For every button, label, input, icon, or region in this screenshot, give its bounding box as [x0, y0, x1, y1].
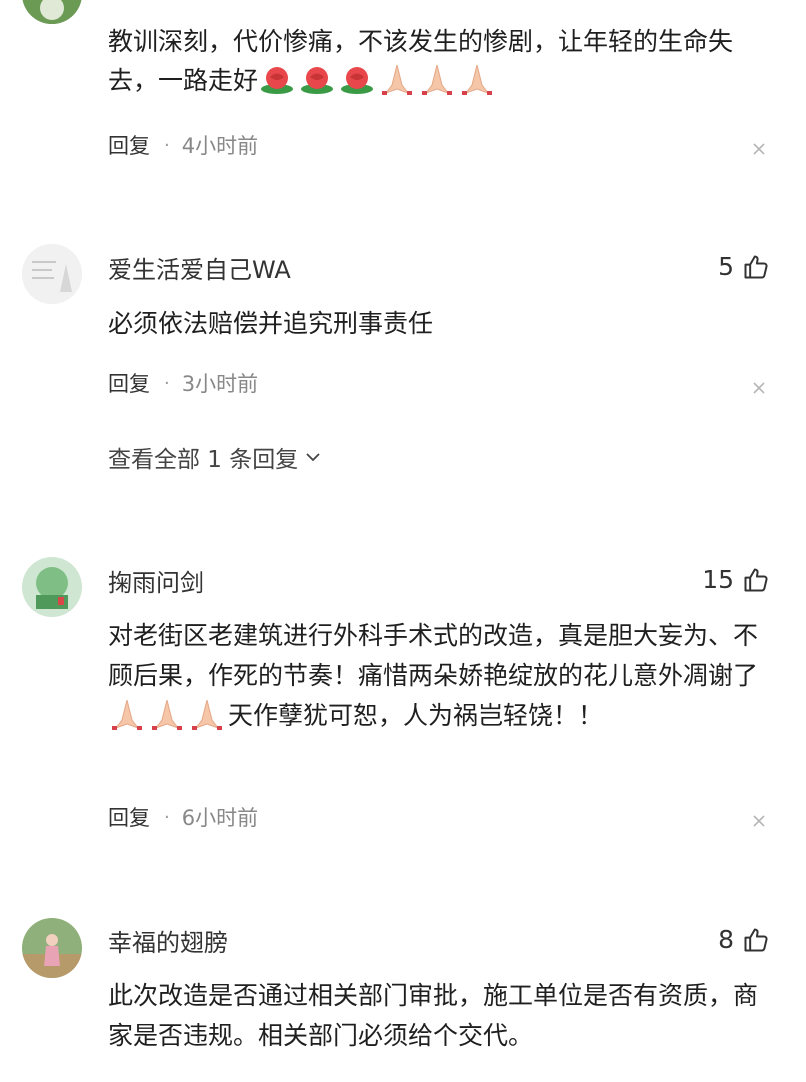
rose-emoji-icon — [301, 67, 334, 94]
view-all-replies-button[interactable]: 查看全部 1 条回复 — [108, 440, 322, 474]
close-icon[interactable] — [752, 381, 766, 395]
timestamp: 6小时前 — [181, 806, 259, 830]
like-count: 5 — [718, 252, 734, 281]
pray-emoji-icon — [192, 699, 222, 730]
timestamp: 3小时前 — [181, 372, 259, 396]
emoji-row — [258, 64, 498, 95]
pray-emoji-icon — [422, 64, 453, 95]
comment-text: 必须依法赔偿并追究刑事责任 — [108, 309, 434, 338]
rose-emoji-icon — [261, 67, 294, 94]
rose-emoji-icon — [341, 67, 374, 94]
pray-emoji-icon — [382, 64, 413, 95]
like-count: 8 — [718, 925, 734, 954]
view-all-replies-label: 查看全部 1 条回复 — [108, 447, 299, 473]
avatar[interactable] — [22, 244, 82, 304]
like-button[interactable]: 5 — [718, 252, 770, 281]
comment-meta: 回复 · 3小时前 — [108, 368, 258, 398]
emoji-row — [108, 699, 228, 730]
avatar[interactable] — [22, 557, 82, 617]
close-icon[interactable] — [752, 814, 766, 828]
thumbs-up-icon — [744, 255, 768, 278]
comment-text: 此次改造是否通过相关部门审批，施工单位是否有资质，商家是否违规。相关部门必须给个… — [108, 981, 759, 1050]
thumbs-up-icon — [744, 568, 768, 591]
like-count: 15 — [702, 565, 734, 594]
pray-emoji-icon — [462, 64, 493, 95]
reply-button[interactable]: 回复 — [108, 368, 150, 398]
reply-button[interactable]: 回复 — [108, 802, 150, 832]
pray-emoji-icon — [112, 699, 142, 730]
avatar[interactable] — [22, 0, 82, 24]
comment-text: 对老街区老建筑进行外科手术式的改造，真是胆大妄为、不顾后果，作死的节奏！痛惜两朵… — [108, 621, 759, 730]
comment-text: 教训深刻，代价惨痛，不该发生的惨剧，让年轻的生命失去，一路走好 — [108, 27, 734, 95]
username[interactable]: 爱生活爱自己WA — [108, 250, 291, 285]
pray-emoji-icon — [152, 699, 182, 730]
username[interactable]: 掬雨问剑 — [108, 563, 204, 598]
reply-button[interactable]: 回复 — [108, 130, 150, 160]
separator-dot: · — [164, 134, 170, 156]
username[interactable]: 幸福的翅膀 — [108, 923, 228, 958]
separator-dot: · — [164, 372, 170, 394]
chevron-down-icon — [306, 453, 320, 462]
avatar[interactable] — [22, 918, 82, 978]
like-button[interactable]: 8 — [718, 925, 770, 954]
comment-meta: 回复 · 6小时前 — [108, 802, 258, 832]
timestamp: 4小时前 — [181, 134, 259, 158]
comment-meta: 回复 · 4小时前 — [108, 130, 258, 160]
separator-dot: · — [164, 806, 170, 828]
close-icon[interactable] — [752, 142, 766, 156]
thumbs-up-icon — [744, 928, 768, 951]
like-button[interactable]: 15 — [702, 565, 770, 594]
